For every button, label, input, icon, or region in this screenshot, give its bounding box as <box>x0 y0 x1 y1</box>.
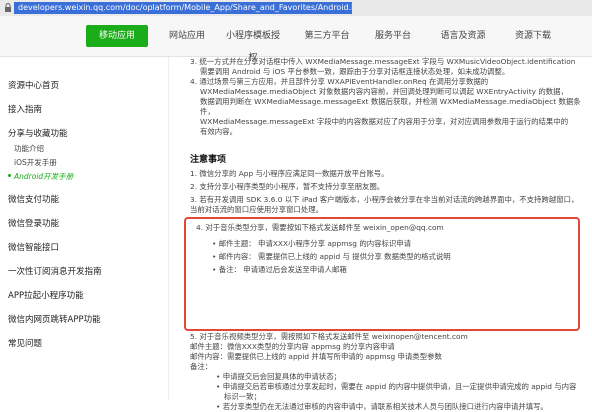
list-item: 标识一致； <box>224 392 261 401</box>
boxed-value: 申请XXX小程序分享 appmsg 的内容标识申请 <box>258 239 412 248</box>
tab-resource-download[interactable]: 资源下载 <box>502 25 564 47</box>
tab-mobile-app[interactable]: 移动应用 <box>86 25 148 47</box>
text-line: 5. 对于音乐视频类型分享，需按照如下格式发送邮件至 weixinopen@te… <box>190 332 468 341</box>
list-item: 申请提交后若审核通过分享发起时，需要在 appid 的内容中提供申请，且一定提供… <box>216 382 586 392</box>
note-item: 2. 支持分享小程序类型的小程序，暂不支持分享至朋友圈。 <box>190 182 385 191</box>
text-line: WXMediaMessage.mediaObject 对象数据内容内容前，并回调… <box>200 87 568 96</box>
sidebar-item-resource-home[interactable]: 资源中心首页 <box>8 79 59 91</box>
tab-miniprogram-auth[interactable]: 小程序模板授权 <box>222 25 284 63</box>
text-line: 邮件主题：微信XXX类型的分享内容 appmsg 的分享内容申请 <box>190 342 395 351</box>
tab-language-resources[interactable]: 语言及资源 <box>432 25 494 47</box>
sidebar-item-access-guide[interactable]: 接入指南 <box>8 103 42 115</box>
boxed-intro: 4. 对于音乐类型分享，需要按如下格式发送邮件至 weixin_open@qq.… <box>196 223 444 232</box>
note-item: 1. 微信分享的 App 与小程序应满足同一数据开放平台账号。 <box>190 169 389 178</box>
bullet-list: 申请提交后会回复具体的申请状态； 申请提交后若审核通过分享发起时，需要在 app… <box>190 372 586 412</box>
sidebar-item-feature-intro[interactable]: 功能介绍 <box>14 143 44 154</box>
list-item: 申请提交后会回复具体的申请状态； <box>216 372 586 382</box>
tab-service-platform[interactable]: 服务平台 <box>362 25 424 47</box>
text-line: 有效内容。 <box>200 127 237 136</box>
boxed-row: 备注： 申请通过后会发送至申请人邮箱 <box>196 265 570 275</box>
after-box-section: 5. 对于音乐视频类型分享，需按照如下格式发送邮件至 weixinopen@te… <box>190 332 586 412</box>
boxed-label: 邮件内容： <box>212 252 256 261</box>
text-line: 3. 统一方式并在分享对话框中传入 WXMediaMessage.message… <box>190 57 576 66</box>
boxed-label: 备注： <box>212 265 241 274</box>
list-item: 若分享类型仍在无法通过审核的内容申请中，请联系相关技术人员与团队接口进行内容申请… <box>216 402 586 412</box>
tab-website-app[interactable]: 网站应用 <box>156 25 218 47</box>
text-line: 数据调用判断在 WXMediaMessage.messageExt 数据后获取，… <box>200 97 581 116</box>
text-line: 4. 通过场景与第三方应用，并且部件分享 WXAPIEventHandler.o… <box>190 77 489 86</box>
note-item: 当前对话流的窗口应使用分享窗口处理。 <box>190 205 324 214</box>
text-line: 备注： <box>190 362 213 371</box>
sidebar-item-ios-manual[interactable]: iOS开发手册 <box>14 157 57 168</box>
tab-third-party[interactable]: 第三方平台 <box>296 25 358 47</box>
url-text[interactable]: developers.weixin.qq.com/doc/oplatform/M… <box>14 2 352 14</box>
sidebar-item-smart-api[interactable]: 微信智能接口 <box>8 241 59 253</box>
main-content: 3. 统一方式并在分享对话框中传入 WXMediaMessage.message… <box>172 57 590 411</box>
sidebar-item-share-favorites[interactable]: 分享与收藏功能 <box>8 127 68 139</box>
browser-address-bar[interactable]: developers.weixin.qq.com/doc/oplatform/M… <box>0 0 592 17</box>
sidebar-item-launch-miniprogram[interactable]: APP拉起小程序功能 <box>8 289 84 301</box>
sidebar-item-android-manual[interactable]: Android开发手册 <box>7 171 73 182</box>
sidebar-item-wechat-pay[interactable]: 微信支付功能 <box>8 193 59 205</box>
text-line: WXMediaMessage.messageExt 字段中的内容数据对应了内容用… <box>200 117 569 126</box>
sidebar-item-subscribe-message[interactable]: 一次性订阅消息开发指南 <box>8 265 102 277</box>
boxed-value: 申请通过后会发送至申请人邮箱 <box>243 265 347 274</box>
boxed-section: 4. 对于音乐类型分享，需要按如下格式发送邮件至 weixin_open@qq.… <box>196 223 570 275</box>
boxed-value: 需要提供已上线的 appid 与 提供分享 数据类型的格式说明 <box>258 252 451 261</box>
notes-list: 1. 微信分享的 App 与小程序应满足同一数据开放平台账号。 2. 支持分享小… <box>190 169 586 215</box>
sidebar-item-wechat-login[interactable]: 微信登录功能 <box>8 217 59 229</box>
boxed-label: 邮件主题： <box>212 239 256 248</box>
notice-heading: 注意事项 <box>190 155 227 165</box>
intro-text: 3. 统一方式并在分享对话框中传入 WXMediaMessage.message… <box>190 57 586 137</box>
boxed-row: 邮件主题： 申请XXX小程序分享 appmsg 的内容标识申请 <box>196 239 570 249</box>
sidebar-item-web-to-app[interactable]: 微信内网页跳转APP功能 <box>8 313 101 325</box>
lock-icon <box>5 3 11 12</box>
note-item: 3. 若有开发调用 SDK 3.6.0 以下 iPad 客户端版本，小程序会被分… <box>190 195 579 204</box>
text-line: 邮件内容：需要提供已上线的 appid 并填写所申请的 appmsg 申请类型参… <box>190 352 442 361</box>
top-nav: 移动应用 网站应用 小程序模板授权 第三方平台 服务平台 语言及资源 资源下载 <box>0 16 592 63</box>
boxed-row: 邮件内容： 需要提供已上线的 appid 与 提供分享 数据类型的格式说明 <box>196 252 570 262</box>
sidebar: 资源中心首页 接入指南 分享与收藏功能 功能介绍 iOS开发手册 Android… <box>0 57 169 400</box>
text-line: 需要调用 Android 与 iOS 平台参数一致，跟踪由于分享对话框连接状态处… <box>200 67 510 76</box>
sidebar-item-faq[interactable]: 常见问题 <box>8 337 42 349</box>
